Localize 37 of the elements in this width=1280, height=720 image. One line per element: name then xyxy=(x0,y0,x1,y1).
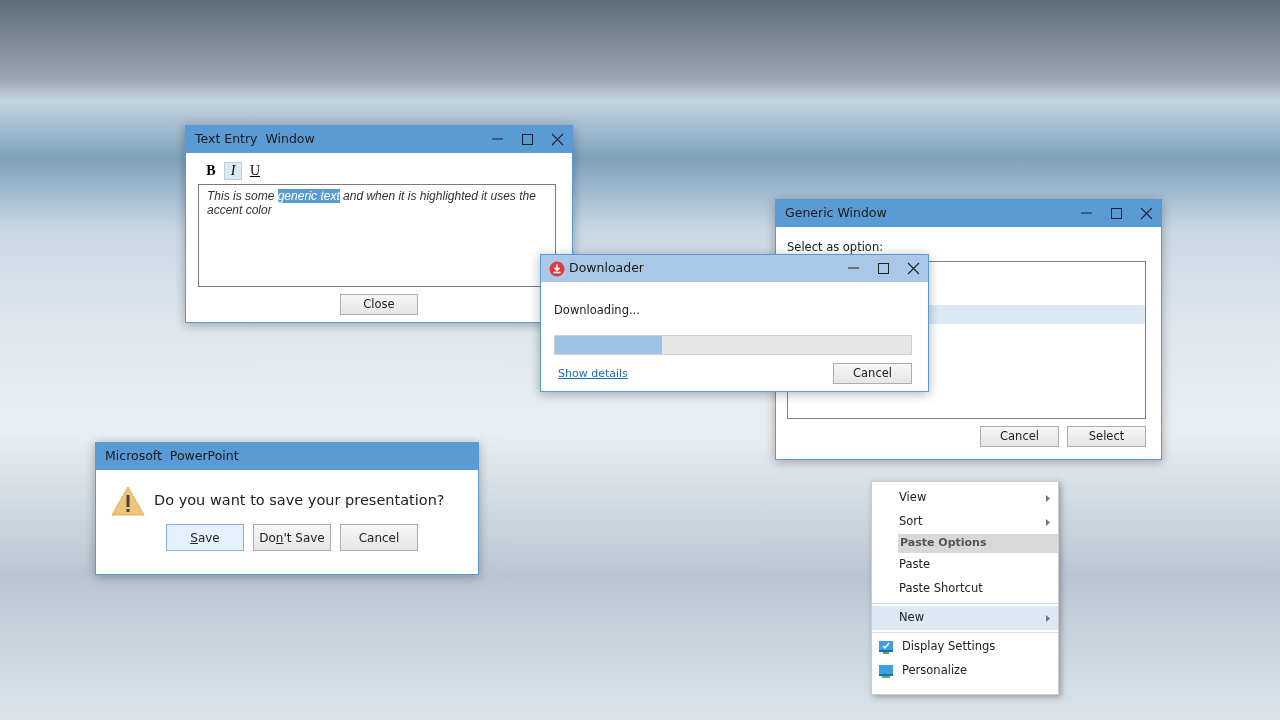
maximize-icon xyxy=(876,262,890,275)
menu-item[interactable]: Personalize xyxy=(872,659,1058,683)
underline-button[interactable]: U xyxy=(246,162,264,180)
menu-item[interactable]: New xyxy=(872,606,1058,630)
save-button[interactable]: Save xyxy=(166,524,244,551)
window-title: Generic Window xyxy=(785,204,888,223)
window-title: Text Entry Window xyxy=(195,130,316,149)
italic-button[interactable]: I xyxy=(224,162,242,180)
status-text: Downloading... xyxy=(553,302,640,319)
text-paragraph: This is some generic text and when it is highlighted it uses the accent color xyxy=(207,189,537,217)
cancel-button[interactable]: Cancel xyxy=(833,363,912,385)
bold-button[interactable]: B xyxy=(202,162,220,180)
download-icon xyxy=(549,260,565,277)
warning-icon xyxy=(111,486,145,516)
monitor-icon xyxy=(878,663,894,679)
menu-header: Paste Options xyxy=(898,534,1058,553)
display-icon xyxy=(878,639,894,655)
window-title: Microsoft PowerPoint xyxy=(105,447,240,466)
dialog-message: Do you want to save your presentation? xyxy=(154,491,445,511)
close-icon xyxy=(906,262,920,275)
close-icon xyxy=(550,133,564,146)
menu-item[interactable]: View xyxy=(872,486,1058,510)
close-button[interactable]: Close xyxy=(340,294,418,315)
cancel-button[interactable]: Cancel xyxy=(340,524,418,551)
menu-item[interactable]: Paste xyxy=(872,553,1058,577)
menu-item[interactable]: Display Settings xyxy=(872,635,1058,659)
select-button[interactable]: Select xyxy=(1067,426,1146,448)
dont-save-button[interactable]: Don't Save xyxy=(253,524,331,551)
close-icon xyxy=(1139,207,1153,220)
maximize-icon xyxy=(1109,207,1123,220)
window-title: Downloader xyxy=(569,259,645,278)
maximize-icon xyxy=(520,133,534,146)
prompt-label: Select as option: xyxy=(786,239,884,256)
show-details-link[interactable]: Show details xyxy=(558,365,628,382)
menu-item[interactable]: Sort xyxy=(872,510,1058,534)
cancel-button[interactable]: Cancel xyxy=(980,426,1059,448)
menu-item[interactable]: Paste Shortcut xyxy=(872,577,1058,601)
